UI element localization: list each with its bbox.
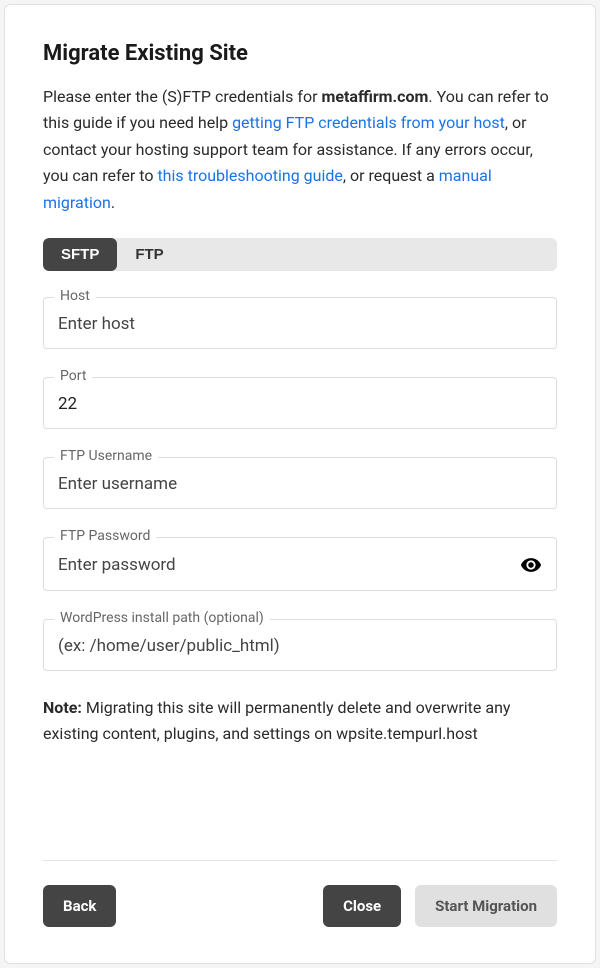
tab-ftp[interactable]: FTP <box>117 238 181 271</box>
host-input[interactable] <box>58 314 542 334</box>
port-input[interactable] <box>58 394 542 414</box>
note-body: Migrating this site will permanently del… <box>43 698 510 743</box>
link-troubleshooting[interactable]: this troubleshooting guide <box>157 166 342 185</box>
dialog-footer: Back Close Start Migration <box>43 885 557 927</box>
migrate-site-dialog: Migrate Existing Site Please enter the (… <box>4 4 596 964</box>
intro-pre: Please enter the (S)FTP credentials for <box>43 87 321 106</box>
username-input[interactable] <box>58 474 542 494</box>
intro-domain: metaffirm.com <box>321 87 428 106</box>
close-button[interactable]: Close <box>323 885 401 927</box>
username-label: FTP Username <box>54 448 158 464</box>
path-label: WordPress install path (optional) <box>54 610 270 626</box>
link-ftp-guide[interactable]: getting FTP credentials from your host <box>232 113 505 132</box>
host-label: Host <box>54 288 96 304</box>
path-input[interactable] <box>58 636 542 656</box>
footer-divider <box>43 860 557 861</box>
spacer <box>43 746 557 840</box>
intro-mid2: , or request a <box>343 166 439 185</box>
password-label: FTP Password <box>54 528 156 544</box>
host-field-wrapper: Host <box>43 297 557 349</box>
password-input[interactable] <box>58 555 512 575</box>
footer-right: Close Start Migration <box>323 885 557 927</box>
dialog-title: Migrate Existing Site <box>43 41 557 66</box>
intro-tail: . <box>111 193 115 212</box>
start-migration-button[interactable]: Start Migration <box>415 885 557 927</box>
note-label: Note: <box>43 698 82 717</box>
port-field-wrapper: Port <box>43 377 557 429</box>
password-field-wrapper: FTP Password <box>43 537 557 591</box>
username-field-wrapper: FTP Username <box>43 457 557 509</box>
intro-text: Please enter the (S)FTP credentials for … <box>43 84 557 216</box>
back-button[interactable]: Back <box>43 885 116 927</box>
form-fields: Host Port FTP Username FTP Password Word… <box>43 297 557 671</box>
protocol-tabs: SFTP FTP <box>43 238 557 271</box>
eye-icon[interactable] <box>520 554 542 576</box>
path-field-wrapper: WordPress install path (optional) <box>43 619 557 671</box>
port-label: Port <box>54 368 92 384</box>
note-text: Note: Migrating this site will permanent… <box>43 695 557 746</box>
tab-sftp[interactable]: SFTP <box>43 238 117 271</box>
